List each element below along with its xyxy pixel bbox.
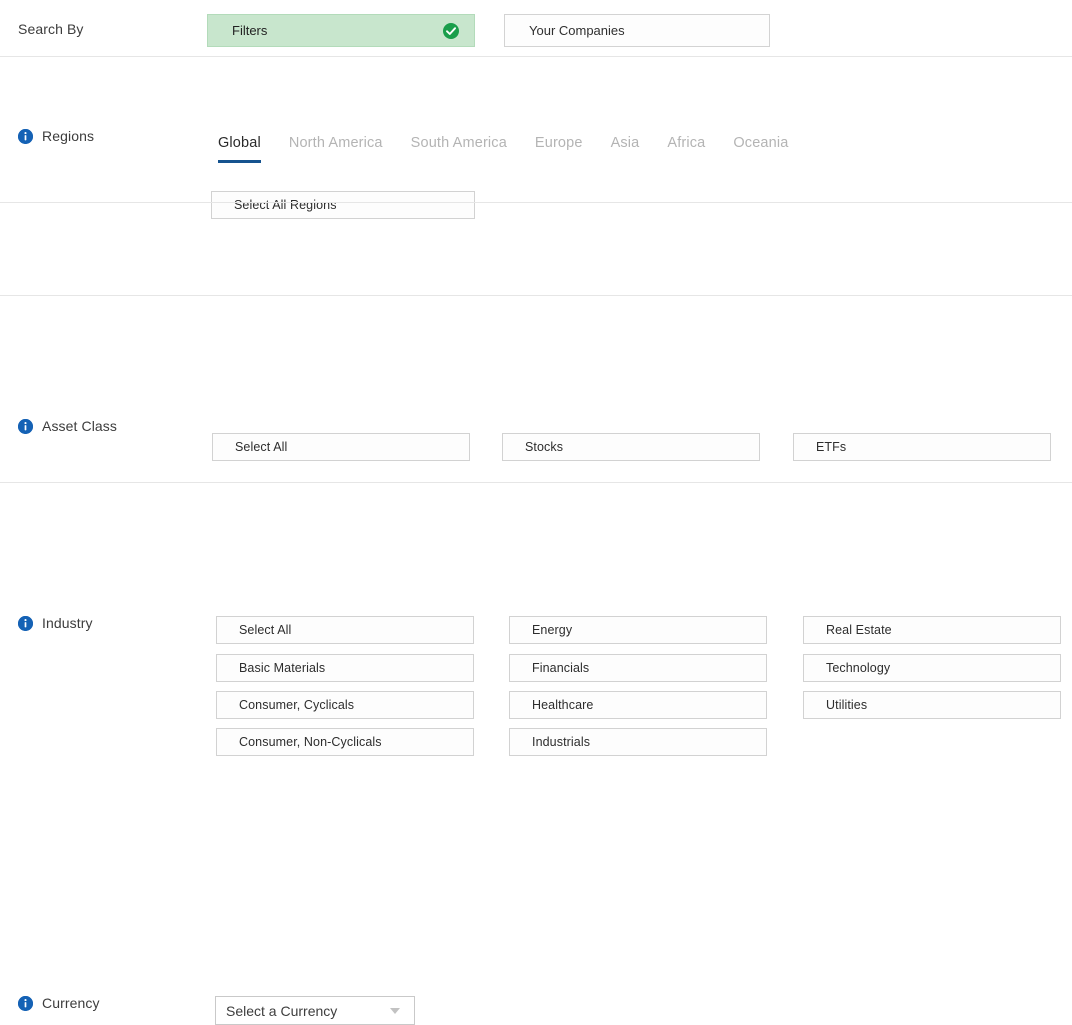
region-tab-oceania[interactable]: Oceania [719, 135, 802, 163]
currency-section: Currency Select a Currency [0, 482, 1072, 1025]
region-tab-global-label: Global [218, 135, 261, 151]
search-by-tab-filters[interactable]: Filters [207, 14, 475, 47]
industry-option-select-all[interactable]: Select All [216, 616, 474, 644]
industry-option-technology[interactable]: Technology [803, 654, 1061, 682]
industry-option-real-estate[interactable]: Real Estate [803, 616, 1061, 644]
currency-select[interactable]: Select a Currency [215, 996, 415, 1025]
region-tab-north-america-label: North America [288, 135, 383, 151]
industry-label: Industry [42, 615, 93, 631]
regions-label: Regions [42, 128, 95, 144]
region-tab-africa[interactable]: Africa [653, 135, 719, 163]
search-by-tab-your-companies[interactable]: Your Companies [504, 14, 770, 47]
region-tab-asia-label: Asia [610, 135, 640, 151]
regions-label-group: Regions [18, 128, 94, 144]
industry-option-basic-materials[interactable]: Basic Materials [216, 654, 474, 682]
region-tab-europe-label: Europe [534, 135, 583, 151]
chevron-down-icon [390, 1007, 400, 1014]
currency-label: Currency [42, 995, 100, 1011]
search-by-label-group: Search By [18, 21, 84, 37]
search-by-tab-your-companies-label: Your Companies [529, 23, 625, 38]
region-tab-north-america[interactable]: North America [275, 135, 397, 163]
info-icon[interactable] [18, 128, 33, 144]
industry-option-consumer-cyclicals[interactable]: Consumer, Cyclicals [216, 691, 474, 719]
asset-class-section: Asset Class Select All Stocks ETFs [0, 202, 1072, 461]
filter-panel: Search By Filters Your Companies Regions… [0, 0, 1072, 1025]
currency-label-group: Currency [18, 995, 100, 1011]
industry-option-energy[interactable]: Energy [509, 616, 767, 644]
industry-option-consumer-non-cyclicals[interactable]: Consumer, Non-Cyclicals [216, 728, 474, 756]
check-circle-icon [443, 22, 459, 39]
industry-option-industrials[interactable]: Industrials [509, 728, 767, 756]
search-by-label: Search By [18, 21, 84, 37]
region-tab-global[interactable]: Global [218, 135, 275, 163]
region-tab-oceania-label: Oceania [733, 135, 789, 151]
industry-label-group: Industry [18, 615, 93, 631]
region-tab-south-america-label: South America [410, 135, 507, 151]
industry-option-healthcare[interactable]: Healthcare [509, 691, 767, 719]
region-tab-europe[interactable]: Europe [521, 135, 597, 163]
search-by-section: Search By Filters Your Companies [0, 0, 1072, 56]
industry-option-utilities[interactable]: Utilities [803, 691, 1061, 719]
region-tabs: Global North America South America Europ… [218, 135, 802, 163]
regions-section: Regions Global North America South Ameri… [0, 56, 1072, 219]
info-icon[interactable] [18, 995, 33, 1011]
region-tab-asia[interactable]: Asia [597, 135, 654, 163]
region-tab-south-america[interactable]: South America [397, 135, 521, 163]
industry-option-financials[interactable]: Financials [509, 654, 767, 682]
currency-select-value: Select a Currency [226, 1002, 338, 1019]
industry-section: Industry Select All Basic Materials Cons… [0, 295, 1072, 756]
region-tab-africa-label: Africa [667, 135, 706, 151]
search-by-tab-filters-label: Filters [232, 23, 268, 38]
info-icon[interactable] [18, 615, 33, 631]
